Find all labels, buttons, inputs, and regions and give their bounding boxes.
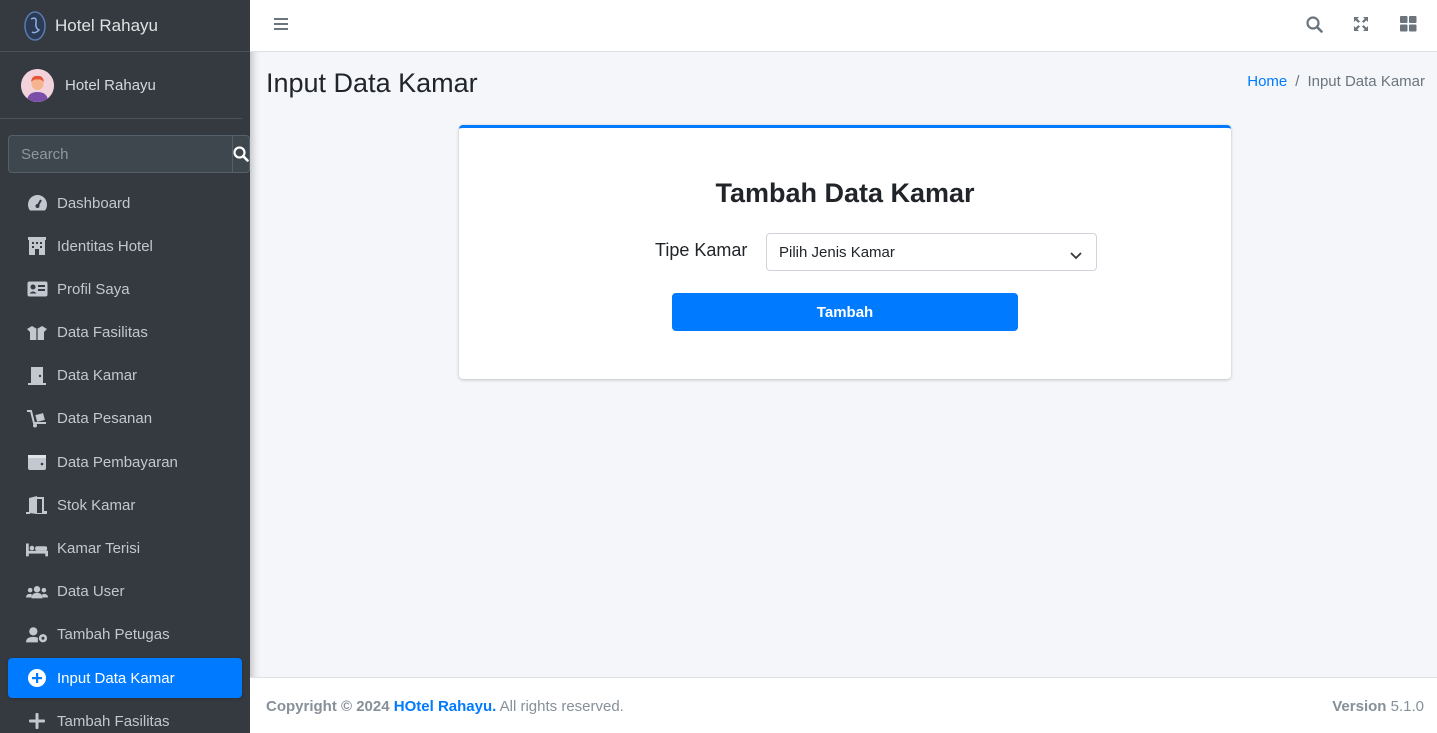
- dolly-icon: [26, 409, 48, 429]
- sidebar-item-label: Data Fasilitas: [57, 324, 148, 342]
- sidebar-item-tambah-petugas[interactable]: Tambah Petugas: [8, 615, 242, 655]
- sidebar-item-data-kamar[interactable]: Data Kamar: [8, 356, 242, 396]
- sidebar-item-data-fasilitas[interactable]: Data Fasilitas: [8, 313, 242, 353]
- sidebar-item-data-user[interactable]: Data User: [8, 572, 242, 612]
- brand-link[interactable]: Hotel Rahayu: [0, 0, 250, 52]
- tipe-kamar-label: Tipe Kamar: [655, 240, 748, 260]
- brand-name: Hotel Rahayu: [55, 15, 159, 35]
- select-value: Pilih Jenis Kamar: [779, 243, 895, 261]
- sidebar-item-label: Profil Saya: [57, 280, 130, 298]
- sidebar-item-label: Tambah Petugas: [57, 626, 170, 644]
- expand-icon[interactable]: [1351, 14, 1371, 34]
- tachometer-icon: [26, 193, 48, 213]
- copyright-text: Copyright © 2024: [266, 698, 390, 715]
- sidebar-item-profil-saya[interactable]: Profil Saya: [8, 269, 242, 309]
- page-title: Input Data Kamar: [266, 68, 478, 98]
- rights-text: All rights reserved.: [499, 698, 624, 715]
- sidebar-item-label: Data Kamar: [57, 367, 138, 385]
- footer-version: Version 5.1.0: [1332, 698, 1424, 715]
- form-card: Tambah Data Kamar Tipe Kamar Pilih Jenis…: [459, 125, 1231, 379]
- id-card-icon: [26, 279, 48, 299]
- th-large-icon[interactable]: [1398, 14, 1418, 34]
- sidebar-item-label: Input Data Kamar: [57, 669, 175, 687]
- breadcrumb: Home / Input Data Kamar: [1247, 73, 1425, 90]
- bars-icon[interactable]: [273, 16, 289, 32]
- search-icon: [233, 146, 249, 162]
- sidebar-item-dashboard[interactable]: Dashboard: [8, 183, 242, 223]
- user-name: Hotel Rahayu: [65, 76, 156, 94]
- chevron-down-icon: [1070, 247, 1082, 264]
- sidebar-item-input-data-kamar[interactable]: Input Data Kamar: [8, 658, 242, 699]
- footer-copyright: Copyright © 2024 HOtel Rahayu. All right…: [266, 698, 624, 715]
- footer-brand-link[interactable]: HOtel Rahayu.: [394, 698, 497, 715]
- sidebar-item-data-pesanan[interactable]: Data Pesanan: [8, 399, 242, 439]
- sidebar-item-tambah-fasilitas[interactable]: Tambah Fasilitas: [8, 701, 242, 733]
- form-title: Tambah Data Kamar: [715, 178, 975, 208]
- sidebar-item-label: Data Pesanan: [57, 410, 153, 428]
- tambah-button[interactable]: Tambah: [672, 293, 1018, 331]
- sidebar-item-label: Tambah Fasilitas: [57, 712, 170, 730]
- plus-circle-icon: [26, 668, 48, 688]
- sidebar-item-stok-kamar[interactable]: Stok Kamar: [8, 485, 242, 525]
- sidebar-search: [8, 135, 250, 173]
- sidebar-item-label: Stok Kamar: [57, 496, 136, 514]
- door-closed-icon: [26, 366, 48, 386]
- building-icon: [26, 236, 48, 256]
- users-icon: [26, 582, 48, 602]
- breadcrumb-home-link[interactable]: Home: [1247, 73, 1287, 90]
- tipe-kamar-select[interactable]: Pilih Jenis Kamar: [766, 233, 1097, 271]
- sidebar-item-label: Identitas Hotel: [57, 237, 153, 255]
- search-button[interactable]: [232, 135, 250, 173]
- version-number: 5.1.0: [1390, 698, 1424, 715]
- footer: Copyright © 2024 HOtel Rahayu. All right…: [250, 677, 1437, 733]
- user-cog-icon: [26, 625, 48, 645]
- sidebar-item-label: Kamar Terisi: [57, 540, 141, 557]
- wallet-icon: [26, 452, 48, 472]
- breadcrumb-current: Input Data Kamar: [1307, 73, 1425, 90]
- content-header: Input Data Kamar Home / Input Data Kamar: [266, 66, 1425, 106]
- user-avatar: [21, 68, 54, 102]
- box-open-icon: [26, 323, 48, 343]
- breadcrumb-separator: /: [1295, 73, 1300, 90]
- user-panel[interactable]: Hotel Rahayu: [0, 52, 242, 119]
- sidebar: Hotel Rahayu Hotel Rahayu Dashboar: [0, 0, 250, 733]
- sidebar-item-identitas-hotel[interactable]: Identitas Hotel: [8, 226, 242, 266]
- brand-logo-icon: [22, 9, 48, 43]
- sidebar-item-label: Data User: [57, 583, 125, 601]
- plus-icon: [26, 711, 48, 731]
- sidebar-nav: Dashboard Identitas Hotel Profil Saya Da…: [0, 183, 250, 733]
- top-navbar: [250, 0, 1437, 52]
- sidebar-item-label: Data Pembayaran: [57, 453, 178, 471]
- door-open-icon: [26, 495, 48, 515]
- search-icon[interactable]: [1304, 14, 1324, 34]
- sidebar-item-label: Dashboard: [57, 194, 131, 212]
- search-input[interactable]: [8, 135, 232, 173]
- sidebar-item-kamar-terisi[interactable]: Kamar Terisi: [8, 529, 242, 569]
- version-label: Version: [1332, 698, 1387, 715]
- bed-icon: [26, 539, 48, 559]
- sidebar-item-data-pembayaran[interactable]: Data Pembayaran: [8, 442, 242, 482]
